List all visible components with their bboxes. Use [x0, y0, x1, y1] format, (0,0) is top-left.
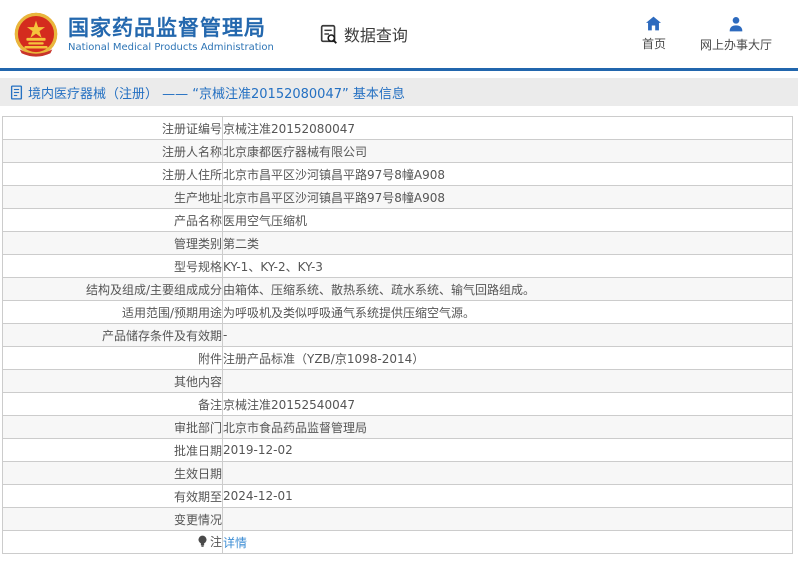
- table-row: 有效期至 2024-12-01: [2, 484, 793, 508]
- document-search-icon: [320, 24, 337, 44]
- table-row: 注册人住所 北京市昌平区沙河镇昌平路97号8幢A908: [2, 162, 793, 186]
- row-value: 京械注准20152080047: [222, 116, 793, 140]
- row-label: 其他内容: [2, 369, 223, 393]
- info-table: 注册证编号 京械注准20152080047 注册人名称 北京康都医疗器械有限公司 注册人…: [2, 116, 793, 554]
- row-label: 管理类别: [2, 231, 223, 255]
- brand-block: 国家药品监督管理局 National Medical Products Admi…: [68, 15, 274, 54]
- header-right-nav: 首页 网上办事大厅: [642, 16, 772, 53]
- row-label: 批准日期: [2, 438, 223, 462]
- person-icon: [729, 16, 743, 31]
- table-row: 审批部门 北京市食品药品监督管理局: [2, 415, 793, 439]
- data-query-nav[interactable]: 数据查询: [318, 22, 408, 46]
- row-label: 注册人住所: [2, 162, 223, 186]
- national-emblem-logo: [14, 12, 58, 57]
- row-label: 有效期至: [2, 484, 223, 508]
- info-table-wrap: 注册证编号 京械注准20152080047 注册人名称 北京康都医疗器械有限公司 注册人…: [2, 116, 793, 554]
- row-label: 结构及组成/主要组成成分: [2, 277, 223, 301]
- table-row: 备注 京械注准20152540047: [2, 392, 793, 416]
- page-icon: [10, 84, 23, 100]
- table-row: 批准日期 2019-12-02: [2, 438, 793, 462]
- table-row: 注册人名称 北京康都医疗器械有限公司: [2, 139, 793, 163]
- row-label: 型号规格: [2, 254, 223, 278]
- row-value: 医用空气压缩机: [222, 208, 793, 232]
- row-value: 2024-12-01: [222, 484, 793, 508]
- nav-hall-label: 网上办事大厅: [699, 37, 772, 52]
- table-row: 产品储存条件及有效期 -: [2, 323, 793, 347]
- row-label: 生产地址: [2, 185, 223, 209]
- table-row: 注册证编号 京械注准20152080047: [2, 116, 793, 140]
- row-label: 审批部门: [2, 415, 223, 439]
- row-value: 2019-12-02: [222, 438, 793, 462]
- table-row: 管理类别 第二类: [2, 231, 793, 255]
- row-value: 第二类: [222, 231, 793, 255]
- table-row: 生效日期: [2, 461, 793, 485]
- row-label: 注册人名称: [2, 139, 223, 163]
- page-title: 境内医疗器械（注册） —— “京械注准20152080047” 基本信息: [28, 86, 405, 102]
- row-value: -: [222, 323, 793, 347]
- row-value: 北京市昌平区沙河镇昌平路97号8幢A908: [222, 162, 793, 186]
- details-link[interactable]: 详情: [223, 536, 247, 550]
- site-header: 国家药品监督管理局 National Medical Products Admi…: [0, 0, 798, 71]
- info-table-body: 注册证编号 京械注准20152080047 注册人名称 北京康都医疗器械有限公司 注册人…: [2, 116, 793, 554]
- row-label: 变更情况: [2, 507, 223, 531]
- nav-home[interactable]: 首页: [642, 16, 666, 53]
- data-query-label: 数据查询: [343, 26, 408, 45]
- row-label: 产品储存条件及有效期: [2, 323, 223, 347]
- row-label: 生效日期: [2, 461, 223, 485]
- table-row: 变更情况: [2, 507, 793, 531]
- row-value: 为呼吸机及类似呼吸通气系统提供压缩空气源。: [222, 300, 793, 324]
- nav-home-label: 首页: [641, 36, 666, 51]
- row-label: 备注: [2, 392, 223, 416]
- row-value: [222, 507, 793, 531]
- table-row: 型号规格 KY-1、KY-2、KY-3: [2, 254, 793, 278]
- row-label: 产品名称: [2, 208, 223, 232]
- table-row: 附件 注册产品标准（YZB/京1098-2014）: [2, 346, 793, 370]
- table-row: 其他内容: [2, 369, 793, 393]
- nav-online-hall[interactable]: 网上办事大厅: [700, 16, 772, 53]
- row-label: 附件: [2, 346, 223, 370]
- bulb-icon: [197, 535, 208, 551]
- row-label: 注册证编号: [2, 116, 223, 140]
- row-value: 北京市食品药品监督管理局: [222, 415, 793, 439]
- table-row: 适用范围/预期用途 为呼吸机及类似呼吸通气系统提供压缩空气源。: [2, 300, 793, 324]
- row-value: 北京康都医疗器械有限公司: [222, 139, 793, 163]
- org-name-en: National Medical Products Administration: [68, 41, 274, 53]
- row-value: [222, 369, 793, 393]
- row-label: 注: [2, 530, 223, 554]
- row-value: 由箱体、压缩系统、散热系统、疏水系统、输气回路组成。: [222, 277, 793, 301]
- org-name-cn: 国家药品监督管理局: [68, 15, 266, 40]
- row-value: 京械注准20152540047: [222, 392, 793, 416]
- row-value: 北京市昌平区沙河镇昌平路97号8幢A908: [222, 185, 793, 209]
- row-value: [222, 461, 793, 485]
- home-icon: [646, 16, 662, 30]
- table-row: 产品名称 医用空气压缩机: [2, 208, 793, 232]
- page-title-bar: 境内医疗器械（注册） —— “京械注准20152080047” 基本信息: [0, 78, 798, 106]
- row-label: 适用范围/预期用途: [2, 300, 223, 324]
- table-row: 生产地址 北京市昌平区沙河镇昌平路97号8幢A908: [2, 185, 793, 209]
- row-value: 注册产品标准（YZB/京1098-2014）: [222, 346, 793, 370]
- table-row: 结构及组成/主要组成成分 由箱体、压缩系统、散热系统、疏水系统、输气回路组成。: [2, 277, 793, 301]
- row-value: KY-1、KY-2、KY-3: [222, 254, 793, 278]
- table-row: 注详情: [2, 530, 793, 554]
- row-value: 详情: [222, 530, 793, 554]
